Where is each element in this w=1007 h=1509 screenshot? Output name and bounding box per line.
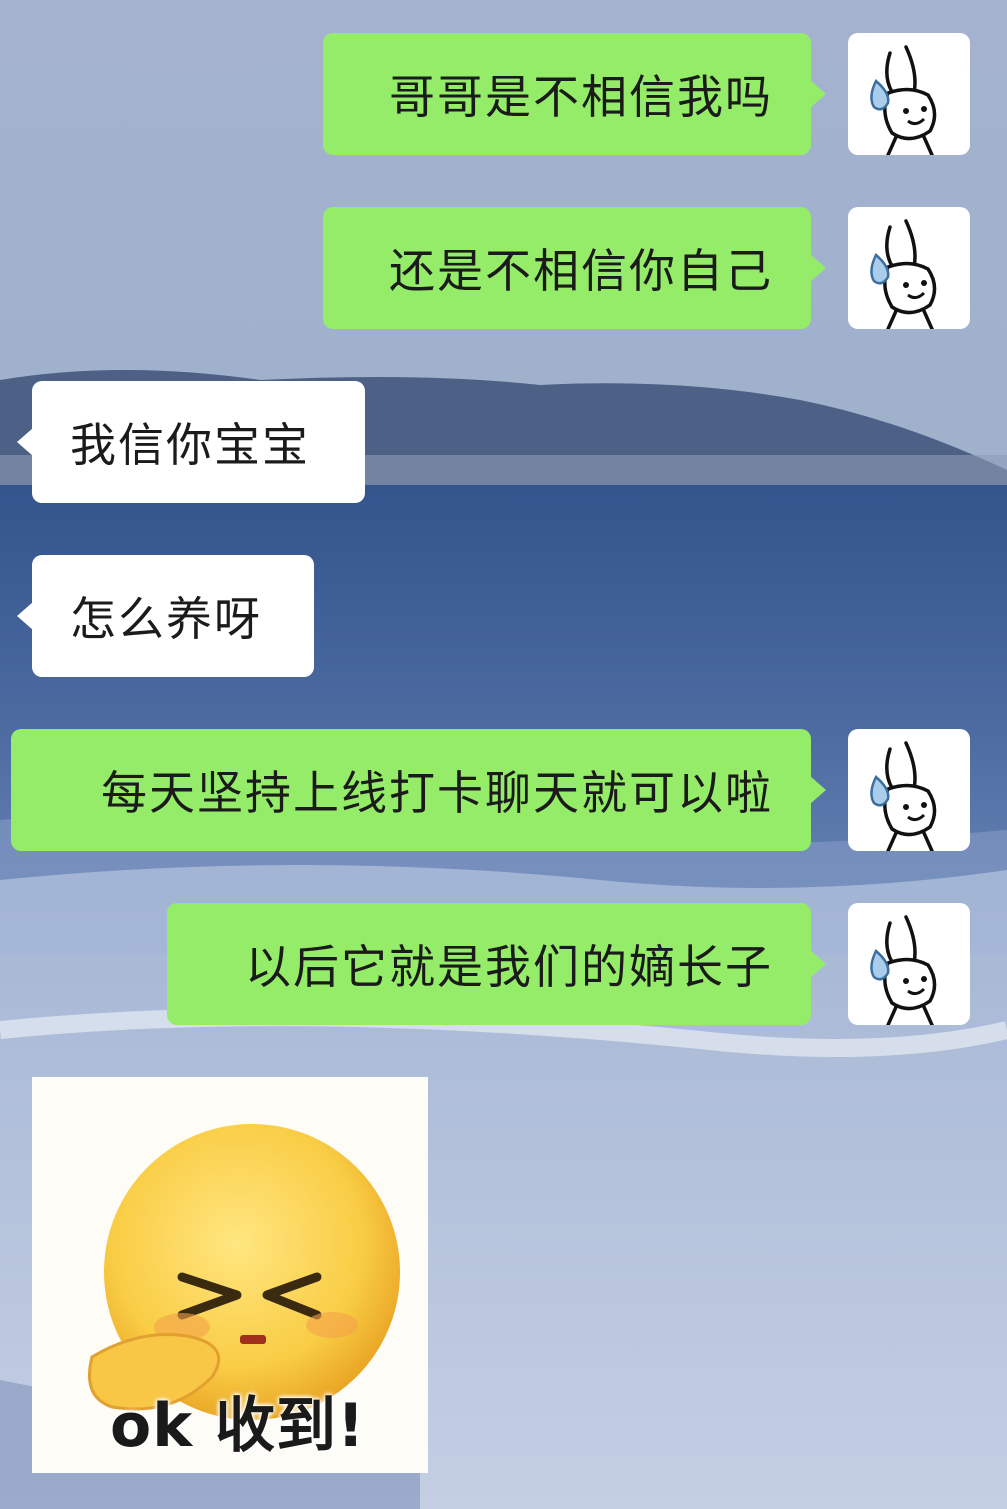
sent-message-bubble[interactable]: 还是不相信你自己 bbox=[323, 207, 826, 329]
message-text: 我信你宝宝 bbox=[70, 418, 310, 472]
rabbit-sweat-avatar[interactable] bbox=[848, 207, 970, 329]
rabbit-sweat-avatar[interactable] bbox=[848, 729, 970, 851]
rabbit-sweat-avatar[interactable] bbox=[848, 33, 970, 155]
received-message-bubble[interactable]: 怎么养呀 bbox=[17, 555, 314, 677]
sticker-caption: ok 收到! bbox=[110, 1391, 366, 1461]
message-text: 每天坚持上线打卡聊天就可以啦 bbox=[101, 766, 773, 820]
rabbit-avatar-icon bbox=[870, 219, 937, 329]
rabbit-avatar-icon bbox=[870, 45, 937, 155]
message-text: 还是不相信你自己 bbox=[389, 244, 773, 298]
received-message-bubble[interactable]: 我信你宝宝 bbox=[17, 381, 365, 503]
emoji-sticker-message[interactable]: ok 收到! bbox=[32, 1077, 428, 1473]
sent-message-bubble[interactable]: 每天坚持上线打卡聊天就可以啦 bbox=[11, 729, 826, 851]
message-text: 怎么养呀 bbox=[70, 592, 262, 646]
rabbit-sweat-avatar[interactable] bbox=[848, 903, 970, 1025]
rabbit-avatar-icon bbox=[870, 741, 937, 851]
sent-message-bubble[interactable]: 哥哥是不相信我吗 bbox=[323, 33, 826, 155]
message-text: 以后它就是我们的嫡长子 bbox=[245, 940, 773, 994]
message-text: 哥哥是不相信我吗 bbox=[389, 70, 773, 124]
sent-message-bubble[interactable]: 以后它就是我们的嫡长子 bbox=[167, 903, 826, 1025]
rabbit-avatar-icon bbox=[870, 915, 937, 1025]
